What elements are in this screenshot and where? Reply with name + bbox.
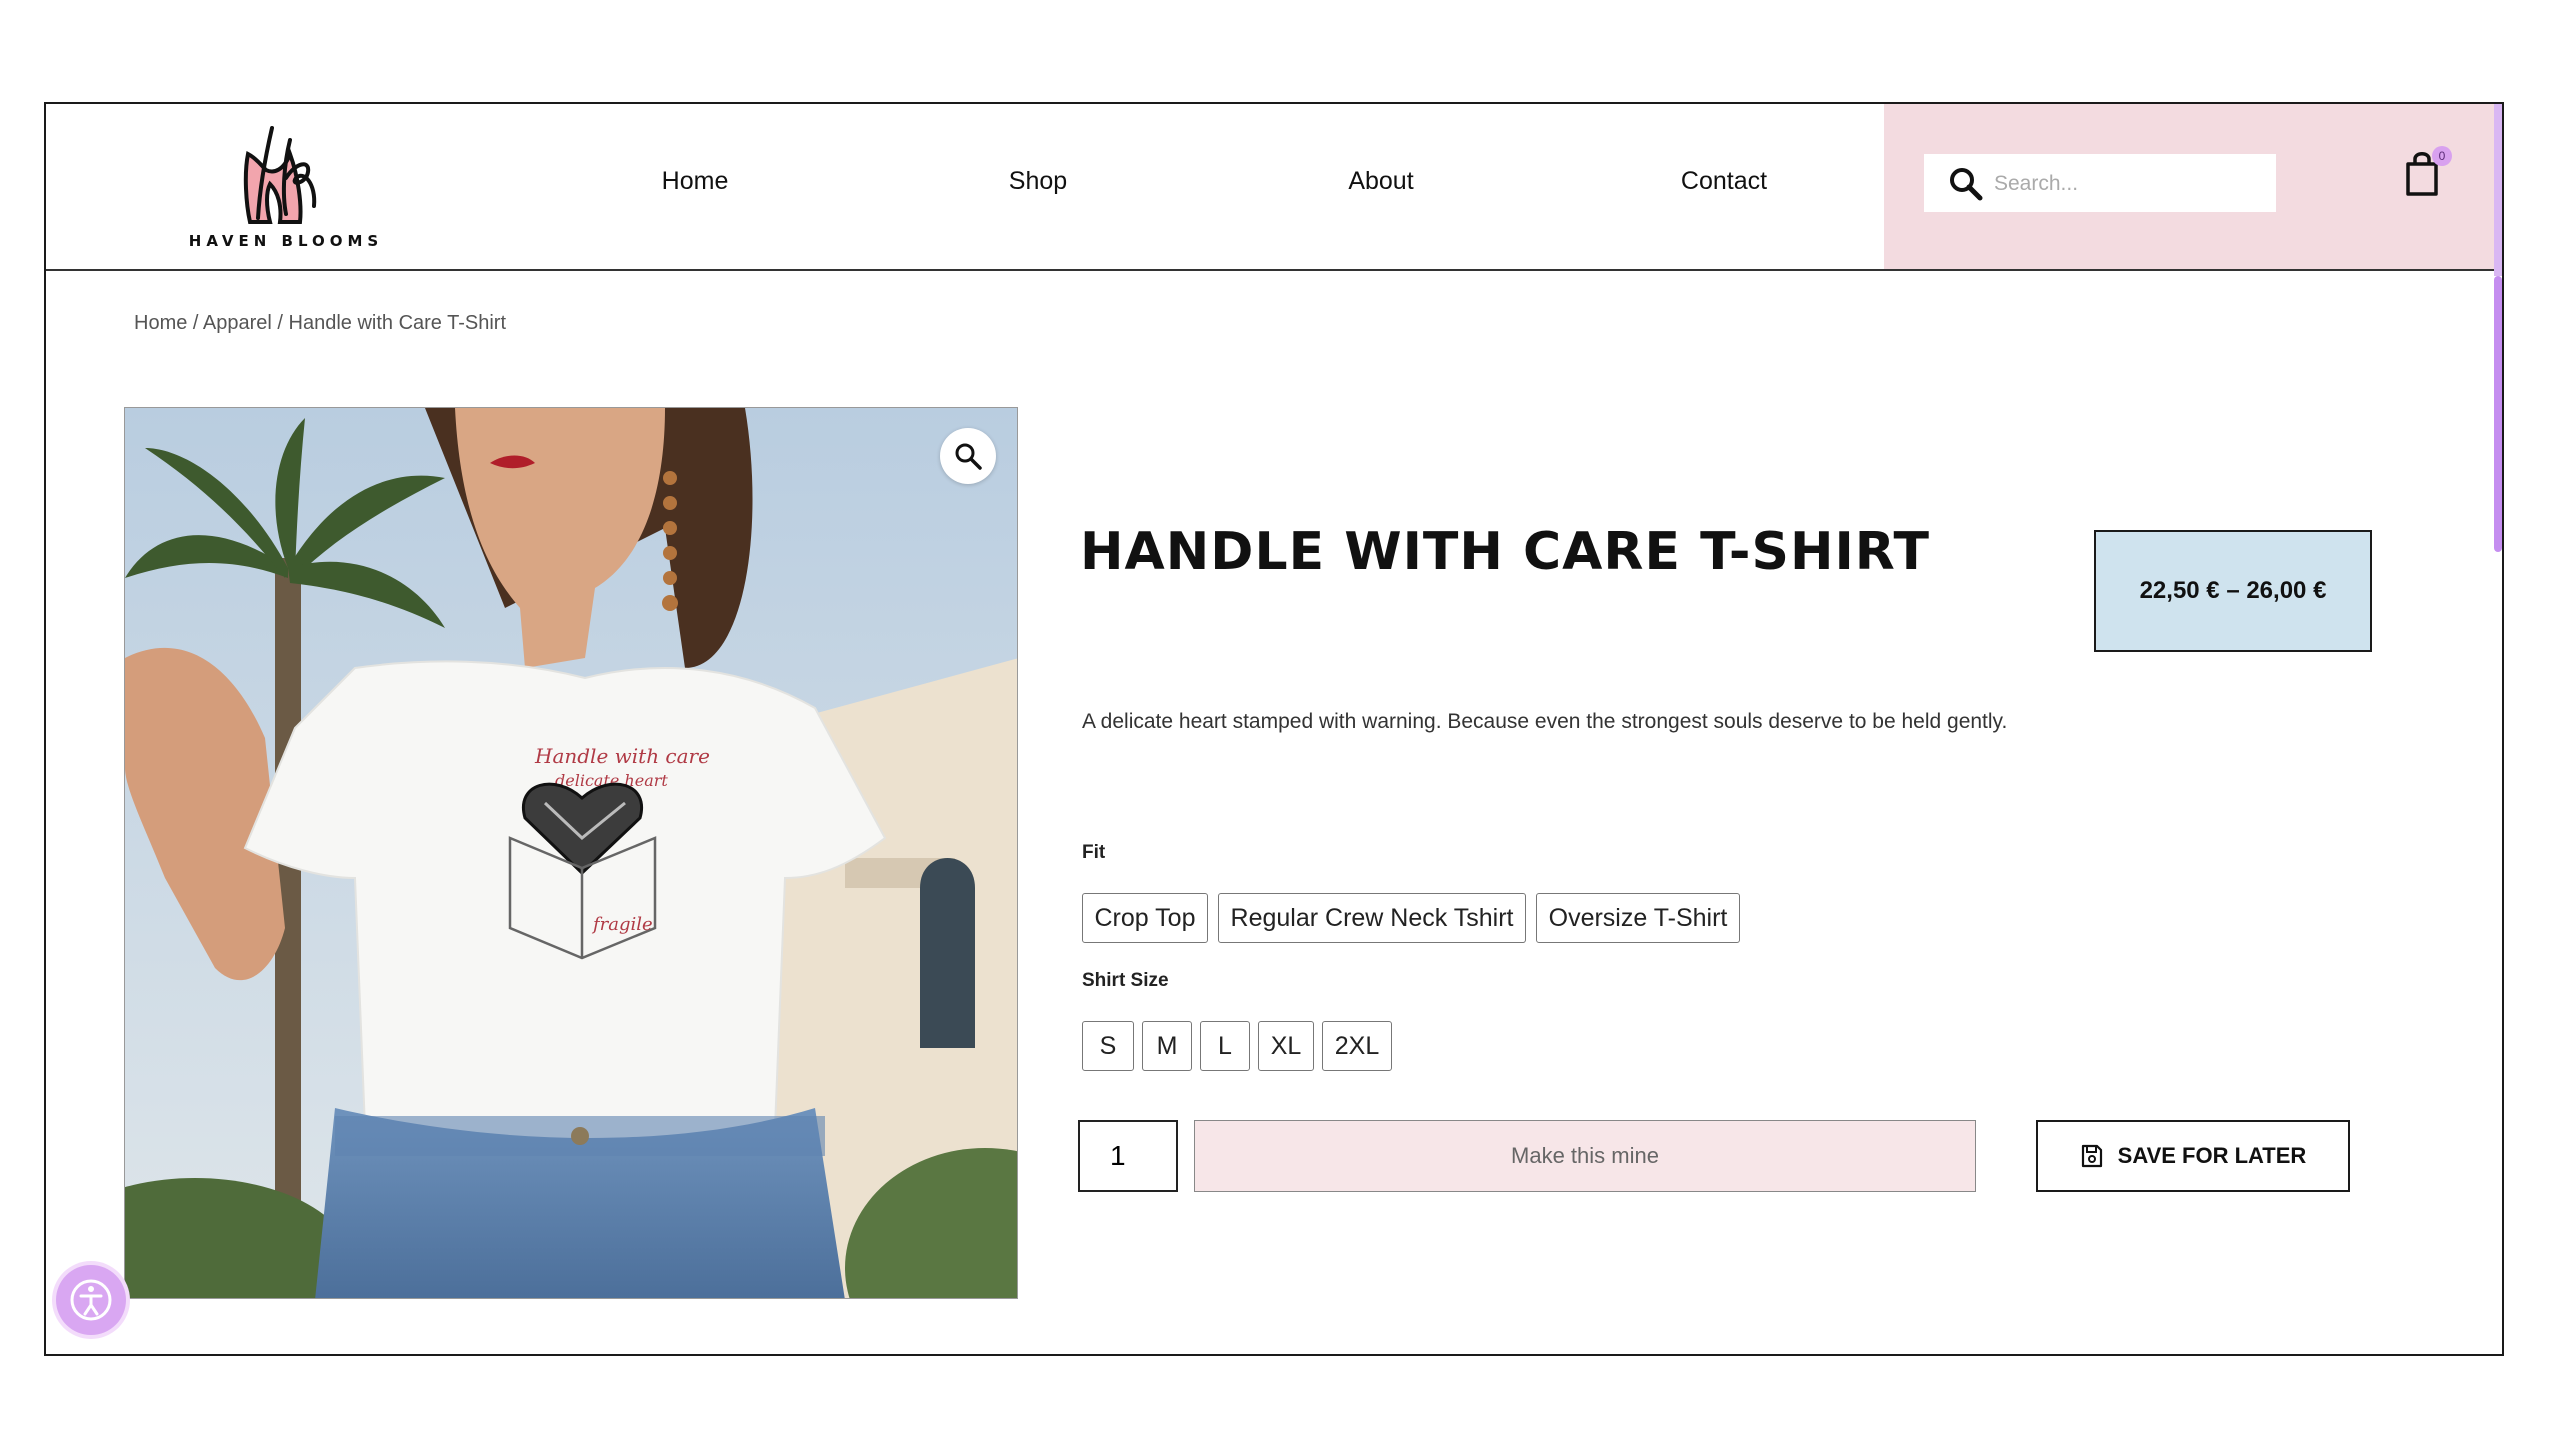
browser-viewport: HAVEN BLOOMS Home Shop About Contact Sea… xyxy=(44,102,2504,1356)
header-utility-area: 0 xyxy=(1884,104,2502,269)
nav-about[interactable]: About xyxy=(1348,167,1413,196)
size-label: Shirt Size xyxy=(1082,970,1169,991)
search-icon[interactable] xyxy=(1948,166,1984,202)
nav-shop[interactable]: Shop xyxy=(1009,167,1067,196)
size-option-2xl[interactable]: 2XL xyxy=(1322,1021,1392,1071)
search-input[interactable] xyxy=(1992,168,2266,200)
add-to-cart-button[interactable]: Make this mine xyxy=(1194,1120,1976,1192)
zoom-button[interactable] xyxy=(940,428,996,484)
fit-option-oversize[interactable]: Oversize T-Shirt xyxy=(1536,893,1740,943)
accessibility-widget-button[interactable] xyxy=(56,1265,126,1335)
nav-contact[interactable]: Contact xyxy=(1681,167,1767,196)
size-option-l[interactable]: L xyxy=(1200,1021,1250,1071)
save-for-later-button[interactable]: SAVE FOR LATER xyxy=(2036,1120,2350,1192)
scrollbar-thumb[interactable] xyxy=(2494,276,2502,552)
size-option-s[interactable]: S xyxy=(1082,1021,1134,1071)
quantity-input[interactable] xyxy=(1078,1120,1178,1192)
fit-option-regular[interactable]: Regular Crew Neck Tshirt xyxy=(1218,893,1526,943)
fit-option-crop-top[interactable]: Crop Top xyxy=(1082,893,1208,943)
breadcrumb[interactable]: Home / Apparel / Handle with Care T-Shir… xyxy=(134,312,506,335)
accessibility-icon xyxy=(70,1279,112,1321)
product-image[interactable]: Handle with care delicate heart fragile xyxy=(124,407,1018,1299)
nav-home[interactable]: Home xyxy=(662,167,729,196)
logo-mark-icon xyxy=(243,126,317,224)
save-icon xyxy=(2081,1144,2102,1168)
product-price: 22,50 € – 26,00 € xyxy=(2094,530,2372,652)
brand-logo[interactable]: HAVEN BLOOMS xyxy=(186,114,386,259)
shirt-print-text: Handle with care xyxy=(534,744,710,768)
search-bar xyxy=(1924,154,2276,212)
scrollbar-track xyxy=(2494,104,2502,276)
size-option-m[interactable]: M xyxy=(1142,1021,1192,1071)
shirt-print-box-text: fragile xyxy=(591,914,653,935)
product-photo: Handle with care delicate heart fragile xyxy=(125,408,1017,1298)
site-header: HAVEN BLOOMS Home Shop About Contact Sea… xyxy=(46,104,2502,271)
brand-name: HAVEN BLOOMS xyxy=(188,232,384,250)
cart-button[interactable]: 0 xyxy=(2402,146,2452,208)
product-title: HANDLE WITH CARE T-SHIRT xyxy=(1080,522,1930,582)
save-for-later-label: SAVE FOR LATER xyxy=(2117,1143,2307,1168)
size-option-xl[interactable]: XL xyxy=(1258,1021,1314,1071)
cart-count-badge: 0 xyxy=(2432,146,2452,166)
fit-label: Fit xyxy=(1082,842,1106,863)
zoom-icon xyxy=(955,443,982,470)
product-description: A delicate heart stamped with warning. B… xyxy=(1082,710,2008,733)
